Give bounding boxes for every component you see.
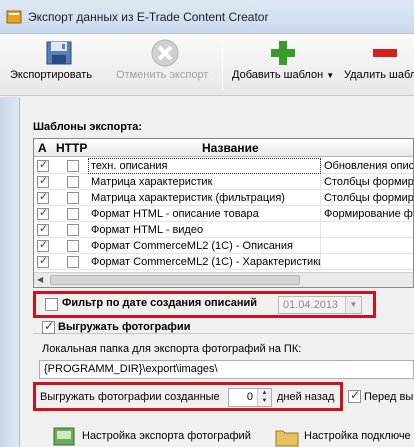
chevron-down-icon: ▼ — [326, 71, 335, 80]
cancel-icon — [151, 39, 179, 67]
row-name-cell: Формат CommerceML2 (1С) - Описания — [88, 238, 321, 254]
table-row[interactable]: Формат HTML - видео — [34, 222, 413, 238]
row-description-cell: Столбцы формиру — [324, 192, 414, 204]
before-export-checkbox[interactable] — [348, 388, 361, 403]
export-icon — [46, 41, 72, 65]
photos-group-divider — [33, 333, 414, 334]
cancel-export-label: Отменить экспорт — [116, 69, 209, 81]
row-active-checkbox[interactable] — [37, 174, 49, 188]
toolbar: Экспортировать Отменить экспорт Добавить… — [0, 34, 414, 96]
horizontal-scrollbar[interactable]: ◀ — [34, 272, 413, 287]
templates-table: A HTTP Название техн. описанияОбновления… — [33, 138, 414, 288]
left-sidebar-strip — [0, 97, 20, 447]
row-http-checkbox[interactable] — [67, 240, 79, 252]
arrow-up-icon[interactable]: ▲ — [262, 390, 268, 396]
row-name-cell: Формат HTML - видео — [88, 222, 321, 238]
row-active-checkbox[interactable] — [37, 158, 49, 172]
add-template-button[interactable]: Добавить шаблон ▼ — [228, 34, 338, 96]
add-template-label: Добавить шаблон ▼ — [232, 69, 335, 81]
photo-path-input[interactable]: {PROGRAMM_DIR}\export\images\ — [39, 360, 414, 379]
scroll-left-icon[interactable]: ◀ — [37, 275, 43, 284]
minus-icon — [373, 49, 397, 57]
stepper-arrows[interactable]: ▲ ▼ — [257, 389, 271, 406]
days-ago-stepper[interactable]: 0 ▲ ▼ — [228, 388, 272, 407]
days-ago-suffix: дней назад — [277, 391, 335, 403]
row-http-checkbox[interactable] — [67, 192, 79, 204]
row-http-checkbox[interactable] — [67, 256, 79, 268]
plus-icon — [271, 41, 295, 65]
table-row[interactable]: Формат HTML - описание товараФормировани… — [34, 206, 413, 222]
toolbar-separator — [222, 40, 223, 90]
settings-icon — [53, 427, 75, 446]
row-description-cell — [321, 238, 413, 254]
arrow-down-icon[interactable]: ▼ — [262, 398, 268, 404]
filter-by-date-label: Фильтр по дате создания описаний — [62, 297, 257, 309]
row-http-checkbox[interactable] — [67, 208, 79, 220]
table-row[interactable]: Формат CommerceML2 (1С) - Характеристики — [34, 254, 413, 270]
title-bar: Экспорт данных из E-Trade Content Creato… — [0, 0, 414, 34]
table-row[interactable]: Формат CommerceML2 (1С) - Описания — [34, 238, 413, 254]
row-active-checkbox[interactable] — [37, 206, 49, 220]
row-name-cell: Матрица характеристик (фильтрация) — [88, 190, 321, 206]
delete-template-label: Удалить шабл — [344, 69, 414, 81]
scrollbar-thumb[interactable] — [50, 275, 300, 285]
row-name-cell: техн. описания — [88, 158, 321, 174]
row-description-cell — [321, 222, 413, 238]
table-row[interactable]: Матрица характеристик (фильтрация)Столбц… — [34, 190, 414, 206]
row-http-checkbox[interactable] — [67, 176, 79, 188]
connection-settings-button[interactable]: Настройка подключе — [270, 426, 414, 447]
photo-export-settings-label: Настройка экспорта фотографий — [82, 430, 251, 442]
export-button[interactable]: Экспортировать — [6, 34, 114, 96]
row-active-checkbox[interactable] — [37, 238, 49, 252]
row-description-cell — [321, 254, 413, 270]
export-photos-label: Выгружать фотографии — [58, 321, 195, 333]
column-header-name[interactable]: Название — [202, 141, 259, 155]
export-label: Экспортировать — [10, 69, 93, 81]
row-active-checkbox[interactable] — [37, 190, 49, 204]
row-http-checkbox[interactable] — [67, 160, 79, 172]
table-header: A HTTP Название — [34, 139, 413, 157]
chevron-down-icon[interactable]: ▼ — [345, 297, 361, 313]
app-icon — [6, 10, 22, 24]
row-name-cell: Формат HTML - описание товара — [88, 206, 321, 222]
delete-template-button[interactable]: Удалить шабл — [340, 34, 414, 96]
before-export-label: Перед выг — [364, 391, 414, 403]
folder-icon — [275, 430, 299, 447]
filter-by-date-checkbox[interactable] — [45, 298, 58, 311]
days-ago-value: 0 — [246, 391, 253, 403]
export-photos-checkbox[interactable] — [42, 319, 55, 334]
window-title: Экспорт данных из E-Trade Content Creato… — [28, 10, 269, 24]
row-http-checkbox[interactable] — [67, 224, 79, 236]
row-description-cell: Обновления описа — [324, 160, 414, 172]
photo-path-value: {PROGRAMM_DIR}\export\images\ — [44, 363, 218, 375]
photos-created-label: Выгружать фотографии созданные — [40, 391, 220, 403]
column-header-http[interactable]: HTTP — [56, 141, 87, 155]
table-row[interactable]: техн. описанияОбновления описа — [34, 158, 414, 174]
row-name-cell: Матрица характеристик — [88, 174, 321, 190]
column-header-active[interactable]: A — [38, 141, 47, 155]
row-description-cell: Столбцы формиру — [324, 176, 414, 188]
row-name-cell: Формат CommerceML2 (1С) - Характеристики — [88, 254, 321, 270]
row-active-checkbox[interactable] — [37, 254, 49, 268]
cancel-export-button[interactable]: Отменить экспорт — [114, 34, 218, 96]
connection-settings-label: Настройка подключе — [304, 430, 411, 442]
photo-export-settings-button[interactable]: Настройка экспорта фотографий — [48, 426, 268, 447]
filter-date-picker[interactable]: 01.04.2013 ▼ — [278, 296, 362, 314]
row-active-checkbox[interactable] — [37, 222, 49, 236]
row-description-cell: Формирование ф — [324, 208, 413, 220]
local-folder-label: Локальная папка для экспорта фотографий … — [42, 343, 302, 355]
table-row[interactable]: Матрица характеристикСтолбцы формиру — [34, 174, 414, 190]
filter-date-value: 01.04.2013 — [283, 299, 339, 311]
templates-section-title: Шаблоны экспорта: — [33, 121, 143, 133]
